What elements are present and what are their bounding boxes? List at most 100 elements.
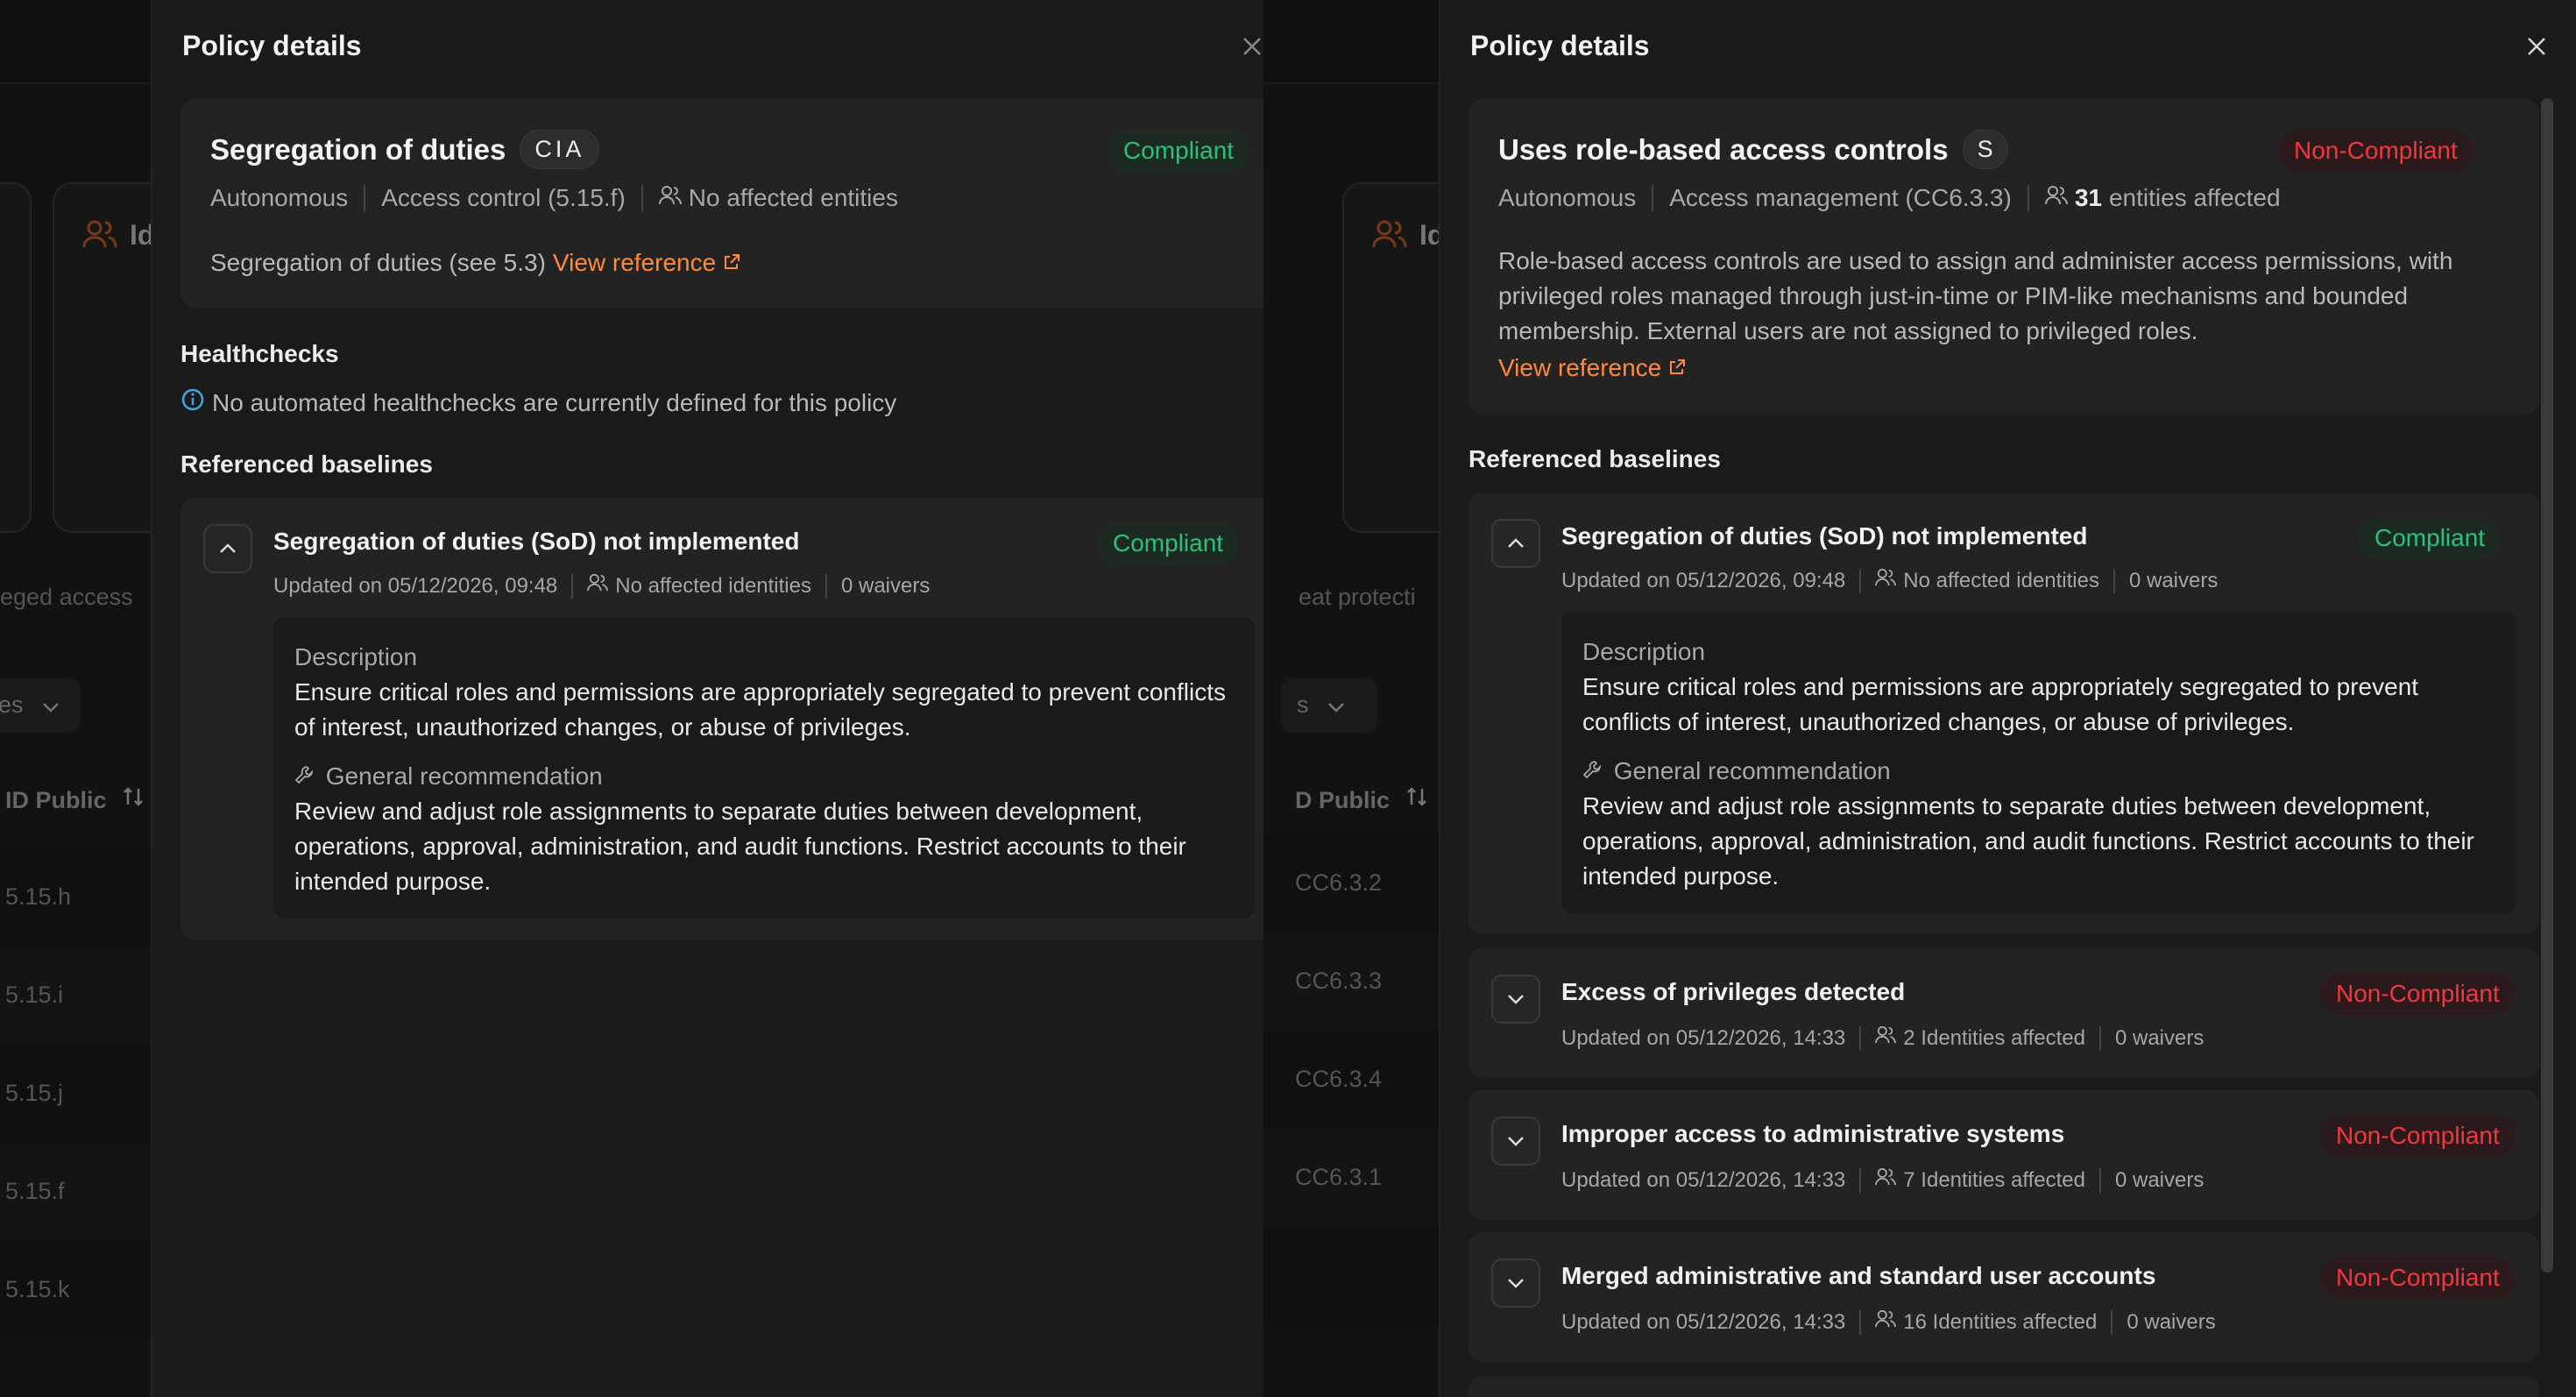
policy-control: Access control (5.15.f) bbox=[381, 184, 626, 211]
users-icon bbox=[2044, 184, 2068, 212]
policy-name: Segregation of duties bbox=[210, 132, 506, 166]
baseline-meta: Updated on 05/12/2026, 14:33 16 Identiti… bbox=[1561, 1309, 2216, 1335]
recommendation-text: Review and adjust role assignments to se… bbox=[294, 798, 1186, 895]
policy-meta: Autonomous Access management (CC6.3.3) 3… bbox=[1498, 184, 2281, 212]
baseline-meta: Updated on 05/12/2026, 14:33 2 Identitie… bbox=[1561, 1025, 2204, 1051]
bg-table-row: 5.15.k bbox=[0, 1241, 151, 1339]
policy-meta: Autonomous Access control (5.15.f) No af… bbox=[210, 184, 898, 212]
divider bbox=[1652, 185, 1654, 211]
policy-description: Role-based access controls are used to a… bbox=[1498, 247, 2453, 344]
baseline-card: Improper access to administrative system… bbox=[1468, 1090, 2539, 1220]
info-icon bbox=[180, 387, 205, 418]
divider bbox=[571, 573, 574, 599]
policy-mode: Autonomous bbox=[1498, 184, 1637, 211]
affected-identities: 7 Identities affected bbox=[1903, 1167, 2085, 1192]
close-icon[interactable] bbox=[1239, 33, 1265, 60]
bg-filter: es bbox=[0, 678, 81, 733]
baseline-title[interactable]: Segregation of duties (SoD) not implemen… bbox=[273, 528, 799, 556]
policy-mode: Autonomous bbox=[210, 184, 349, 211]
affected-identities: No affected identities bbox=[1903, 568, 2099, 592]
baseline-card: Segregation of duties (SoD) not implemen… bbox=[180, 498, 1277, 940]
bg-table-row: 5.15.i bbox=[0, 947, 151, 1045]
chevron-up-icon[interactable] bbox=[203, 524, 252, 573]
bg-header bbox=[0, 0, 151, 84]
divider bbox=[1859, 568, 1862, 593]
close-icon[interactable] bbox=[2523, 33, 2550, 60]
baseline-card-peek bbox=[1468, 1376, 2539, 1397]
affected-count: 31 bbox=[2074, 184, 2102, 211]
policy-tag: CIA bbox=[520, 130, 600, 169]
panel-title: Policy details bbox=[182, 30, 362, 61]
status-badge: Compliant bbox=[2359, 517, 2502, 559]
policy-description-line: Segregation of duties (see 5.3) View ref… bbox=[210, 249, 740, 277]
baseline-title[interactable]: Segregation of duties (SoD) not implemen… bbox=[1561, 522, 2087, 550]
bg-card-edge bbox=[0, 182, 32, 533]
status-badge: Non-Compliant bbox=[2320, 1257, 2516, 1299]
bg-table-row: 5.15.j bbox=[0, 1045, 151, 1143]
chevron-down-icon bbox=[1327, 691, 1345, 718]
policy-summary-card: Segregation of duties CIA Compliant Auto… bbox=[180, 98, 1277, 308]
view-reference-link[interactable]: View reference bbox=[553, 249, 716, 277]
bg-table-row: CC6.3.2 bbox=[1263, 834, 1439, 933]
chevron-down-icon[interactable] bbox=[1491, 1259, 1540, 1308]
bg-table-row: CC6.3.1 bbox=[1263, 1129, 1439, 1227]
description-text: Ensure critical roles and permissions ar… bbox=[294, 678, 1226, 741]
divider bbox=[2098, 1167, 2101, 1193]
waivers-count: 0 waivers bbox=[2114, 1167, 2204, 1192]
description-label: Description bbox=[294, 643, 418, 670]
wrench-icon bbox=[294, 762, 321, 790]
policy-details-panel-left: Policy details Segregation of duties CIA… bbox=[151, 0, 1439, 1397]
chevron-up-icon[interactable] bbox=[1491, 519, 1540, 568]
status-badge: Compliant bbox=[1097, 522, 1240, 564]
baseline-meta: Updated on 05/12/2026, 14:33 7 Identitie… bbox=[1561, 1167, 2204, 1193]
policy-name: Uses role-based access controls bbox=[1498, 132, 1949, 166]
status-badge: Compliant bbox=[1108, 130, 1250, 172]
chevron-down-icon bbox=[42, 691, 60, 718]
recommendation-heading: General recommendation bbox=[294, 759, 1234, 794]
bg-table-row: 5.15.h bbox=[0, 848, 151, 947]
chevron-down-icon[interactable] bbox=[1491, 975, 1540, 1024]
view-reference-link[interactable]: View reference bbox=[1498, 354, 1661, 382]
users-icon bbox=[1875, 568, 1897, 593]
users-icon bbox=[1372, 219, 1407, 255]
divider bbox=[2112, 568, 2115, 593]
affected-identities: 16 Identities affected bbox=[1903, 1309, 2098, 1334]
bg-column-header: D Public bbox=[1295, 785, 1428, 814]
sort-icon bbox=[1405, 787, 1428, 813]
baseline-title[interactable]: Excess of privileges detected bbox=[1561, 978, 1905, 1006]
external-link-icon bbox=[1668, 354, 1686, 382]
baseline-detail: Description Ensure critical roles and pe… bbox=[273, 617, 1255, 918]
bg-header bbox=[1263, 0, 1439, 84]
waivers-count: 0 waivers bbox=[2114, 1025, 2204, 1050]
baseline-title[interactable]: Merged administrative and standard user … bbox=[1561, 1262, 2155, 1290]
baseline-detail: Description Ensure critical roles and pe… bbox=[1561, 612, 2516, 913]
affected-suffix: entities affected bbox=[2108, 184, 2281, 211]
policy-details-panel-right: Policy details Uses role-based access co… bbox=[1439, 0, 2576, 1397]
bg-row-text: eged access bbox=[0, 584, 133, 610]
updated-timestamp: Updated on 05/12/2026, 09:48 bbox=[1561, 568, 1846, 592]
baseline-meta: Updated on 05/12/2026, 09:48 No affected… bbox=[273, 573, 930, 599]
affected-entities: No affected entities bbox=[688, 184, 898, 211]
bg-filter-label: s bbox=[1297, 691, 1309, 718]
recommendation-label: General recommendation bbox=[1613, 757, 1891, 784]
bg-subheader bbox=[1263, 84, 1439, 170]
policy-description: Segregation of duties (see 5.3) bbox=[210, 249, 546, 276]
divider bbox=[2027, 185, 2029, 211]
description-text: Ensure critical roles and permissions ar… bbox=[1582, 673, 2419, 735]
waivers-count: 0 waivers bbox=[2128, 568, 2219, 592]
bg-table-row: 5.15.f bbox=[0, 1143, 151, 1241]
users-icon bbox=[658, 184, 682, 212]
users-icon bbox=[587, 573, 609, 599]
bg-column-header: ID Public bbox=[5, 785, 145, 814]
users-icon bbox=[1875, 1309, 1897, 1335]
chevron-down-icon[interactable] bbox=[1491, 1117, 1540, 1166]
scrollbar[interactable] bbox=[2541, 98, 2553, 1273]
policy-summary-card: Uses role-based access controls S Non-Co… bbox=[1468, 98, 2539, 415]
view-reference-line: View reference bbox=[1498, 354, 1686, 382]
baseline-title[interactable]: Improper access to administrative system… bbox=[1561, 1120, 2064, 1148]
recommendation-label: General recommendation bbox=[325, 762, 603, 790]
status-badge: Non-Compliant bbox=[2278, 130, 2473, 172]
divider bbox=[1859, 1167, 1862, 1193]
bg-card: Id bbox=[1342, 182, 1439, 533]
bg-row-text: eat protecti bbox=[1299, 584, 1416, 610]
